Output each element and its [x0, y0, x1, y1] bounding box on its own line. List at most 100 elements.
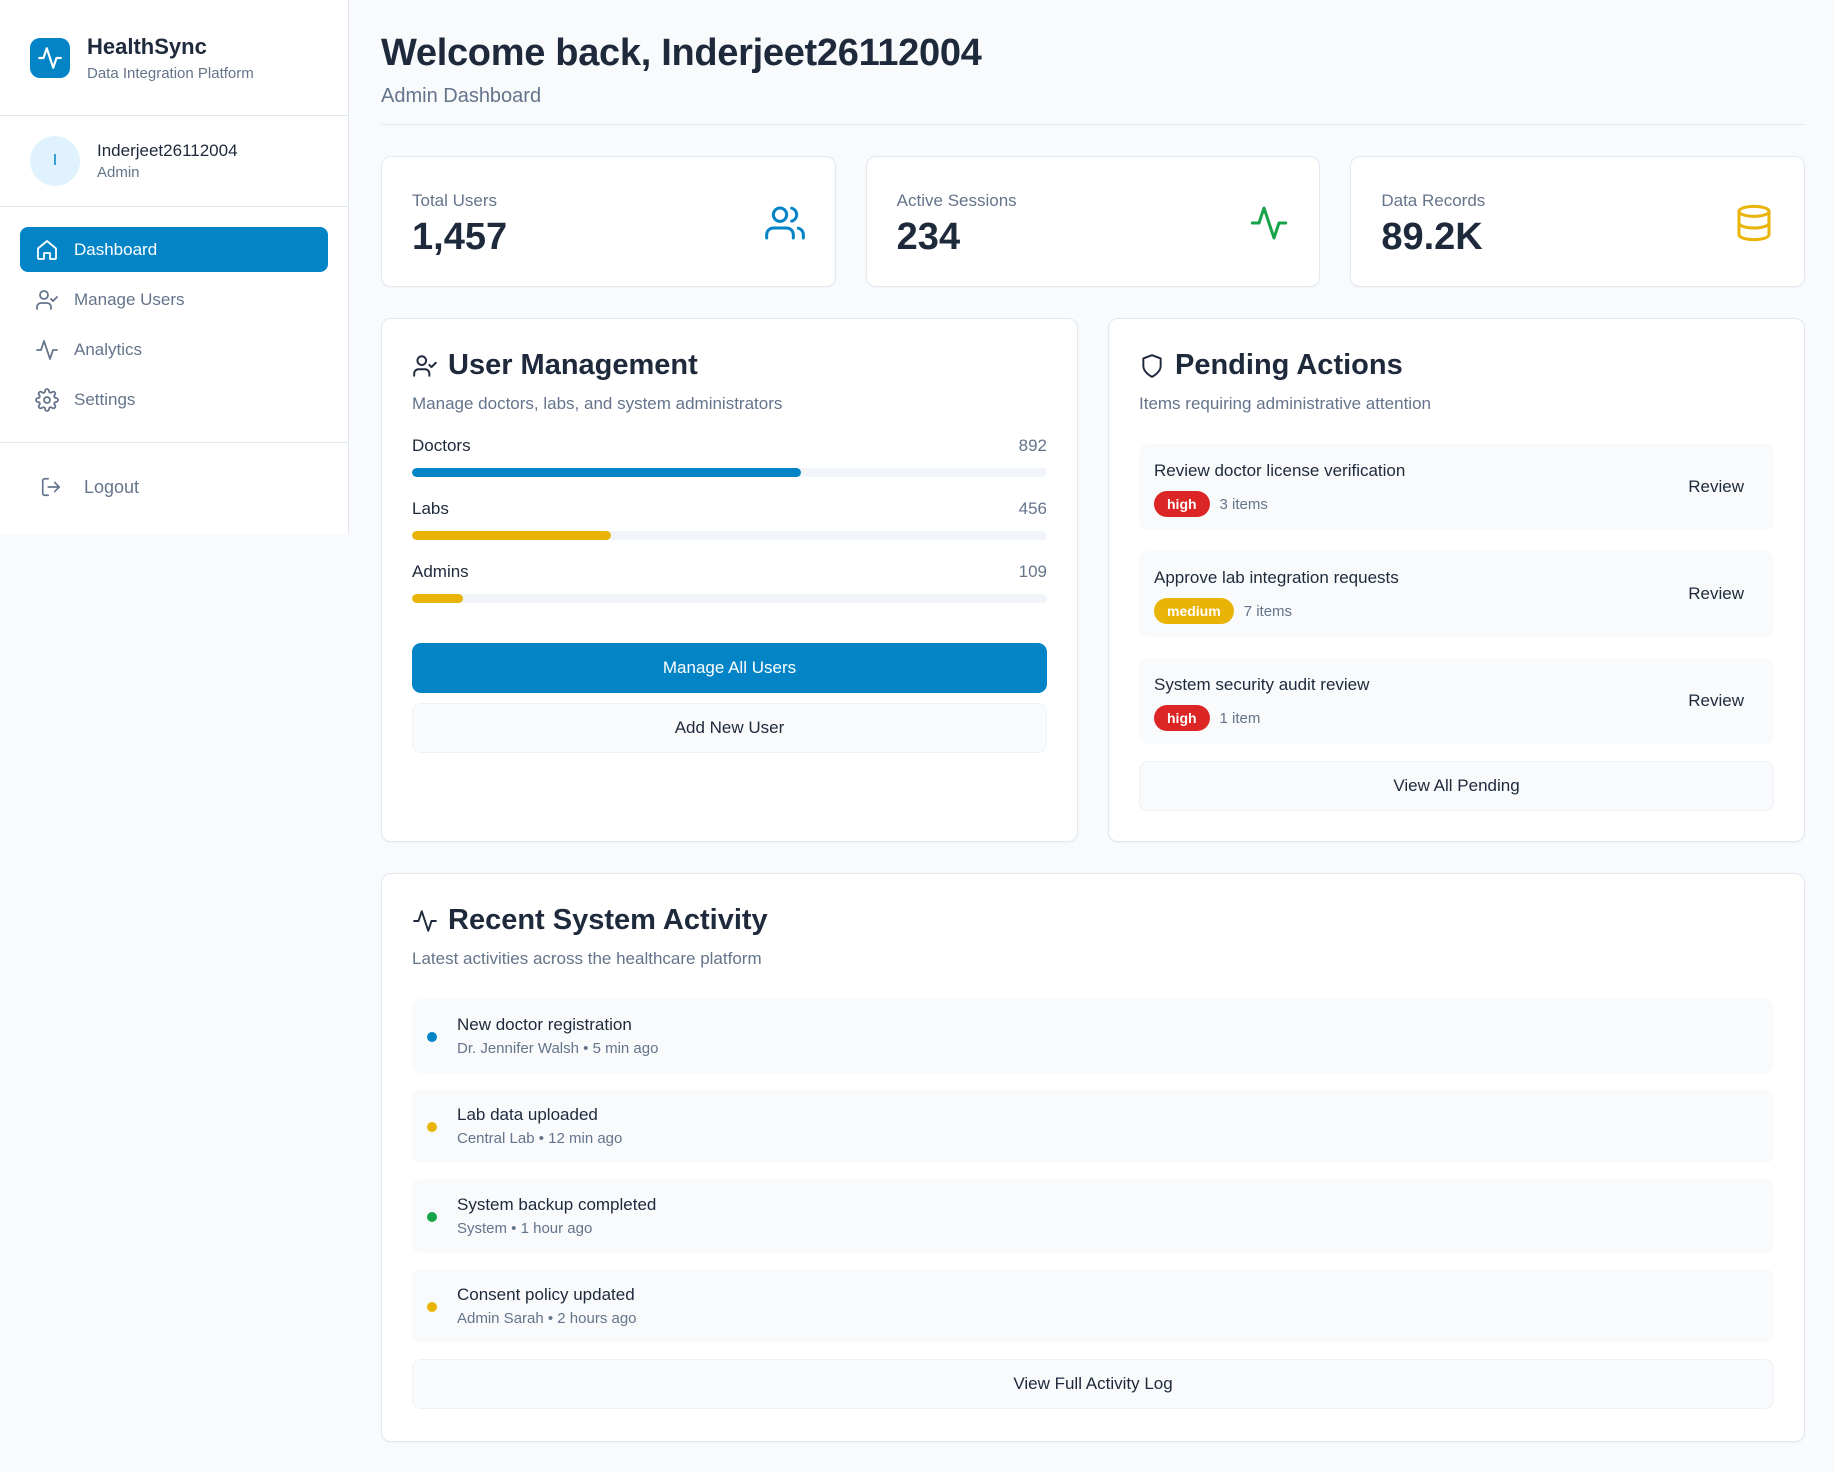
pending-list: Review doctor license verification high … — [1139, 444, 1774, 744]
review-button[interactable]: Review — [1688, 584, 1744, 604]
pending-item: System security audit review high 1 item… — [1139, 658, 1774, 744]
review-button[interactable]: Review — [1688, 477, 1744, 497]
sidebar-item-label: Settings — [74, 389, 136, 409]
activity-list: New doctor registration Dr. Jennifer Wal… — [412, 999, 1774, 1343]
brand-subtitle: Data Integration Platform — [87, 64, 254, 82]
bar-value: 456 — [1018, 499, 1047, 518]
sidebar: HealthSync Data Integration Platform I I… — [0, 0, 349, 534]
card-subtitle: Items requiring administrative attention — [1139, 394, 1431, 413]
activity-title: New doctor registration — [457, 1015, 632, 1034]
activity-icon — [412, 908, 438, 934]
database-icon — [1734, 203, 1774, 243]
activity-title: Lab data uploaded — [457, 1105, 598, 1124]
priority-badge: high — [1154, 705, 1210, 731]
status-dot — [427, 1212, 437, 1222]
pending-count: 7 items — [1243, 602, 1293, 620]
pending-title: System security audit review — [1154, 675, 1370, 694]
profile-role: Admin — [97, 164, 140, 181]
activity-item: System backup completed System • 1 hour … — [412, 1179, 1774, 1253]
activity-item: New doctor registration Dr. Jennifer Wal… — [412, 999, 1774, 1073]
card-subtitle: Manage doctors, labs, and system adminis… — [412, 394, 783, 413]
activity-item: Consent policy updated Admin Sarah • 2 h… — [412, 1269, 1774, 1343]
activity-icon — [30, 37, 70, 78]
pending-item: Review doctor license verification high … — [1139, 444, 1774, 530]
user-breakdown: Doctors 892 Labs 456 Admins 109 — [412, 436, 1047, 603]
user-check-icon — [412, 353, 438, 379]
card-title-text: Recent System Activity — [448, 904, 768, 936]
card-title-text: User Management — [448, 349, 698, 381]
gear-icon — [35, 387, 59, 412]
progress-fill — [412, 594, 464, 603]
progress-fill — [412, 531, 611, 540]
avatar: I — [30, 136, 80, 186]
home-icon — [35, 238, 59, 262]
activity-title: System backup completed — [457, 1195, 657, 1214]
view-full-activity-log-button[interactable]: View Full Activity Log — [412, 1359, 1774, 1409]
page-subtitle: Admin Dashboard — [381, 85, 542, 107]
progress-fill — [412, 468, 801, 477]
add-new-user-button[interactable]: Add New User — [412, 703, 1047, 753]
pending-count: 3 items — [1219, 495, 1268, 513]
review-button[interactable]: Review — [1688, 691, 1744, 711]
sidebar-item-dashboard[interactable]: Dashboard — [20, 227, 328, 272]
user-check-icon — [35, 288, 59, 312]
pending-actions-card: Pending Actions Items requiring administ… — [1108, 318, 1805, 842]
user-profile: I Inderjeet26112004 Admin — [0, 116, 348, 207]
bar-value: 109 — [1018, 562, 1047, 581]
card-title: Pending Actions — [1139, 349, 1774, 382]
users-icon — [764, 203, 805, 243]
activity-item: Lab data uploaded Central Lab • 12 min a… — [412, 1089, 1774, 1163]
brand: HealthSync Data Integration Platform — [0, 0, 348, 116]
manage-all-users-button[interactable]: Manage All Users — [412, 643, 1047, 693]
sidebar-item-settings[interactable]: Settings — [20, 377, 328, 422]
management-row: User Management Manage doctors, labs, an… — [381, 318, 1805, 842]
pending-count: 1 item — [1219, 709, 1261, 727]
progress-track — [412, 594, 1047, 603]
activity-meta: Admin Sarah • 2 hours ago — [457, 1310, 637, 1327]
activity-meta: Central Lab • 12 min ago — [457, 1130, 623, 1147]
card-title-text: Pending Actions — [1175, 349, 1403, 381]
pending-item: Approve lab integration requests medium … — [1139, 551, 1774, 637]
profile-name: Inderjeet26112004 — [97, 141, 238, 160]
brand-name: HealthSync — [87, 33, 207, 59]
logout-button[interactable]: Logout — [40, 476, 139, 498]
sidebar-item-manage-users[interactable]: Manage Users — [20, 277, 328, 322]
main-content: Welcome back, Inderjeet26112004 Admin Da… — [381, 0, 1806, 1442]
sidebar-item-label: Analytics — [74, 339, 143, 359]
status-dot — [427, 1032, 437, 1042]
page-title: Welcome back, Inderjeet26112004 — [381, 32, 982, 74]
card-title: User Management — [412, 349, 1047, 382]
sidebar-item-analytics[interactable]: Analytics — [20, 327, 328, 372]
progress-track — [412, 468, 1047, 477]
pending-title: Review doctor license verification — [1154, 461, 1406, 480]
card-subtitle: Latest activities across the healthcare … — [412, 949, 762, 968]
logout-icon — [40, 476, 62, 498]
user-management-card: User Management Manage doctors, labs, an… — [381, 318, 1078, 842]
activity-icon — [1249, 203, 1289, 243]
priority-badge: high — [1154, 491, 1210, 517]
bar-labs: Labs 456 — [412, 499, 1047, 540]
activity-title: Consent policy updated — [457, 1285, 635, 1304]
activity-icon — [35, 338, 59, 362]
sidebar-nav: Dashboard Manage Users Analytics Setting… — [0, 207, 348, 443]
bar-admins: Admins 109 — [412, 562, 1047, 603]
bar-value: 892 — [1018, 436, 1047, 455]
stats-row: Total Users 1,457 Active Sessions 234 Da… — [381, 156, 1806, 287]
stat-card-active-sessions: Active Sessions 234 — [865, 156, 1321, 287]
stat-card-total-users: Total Users 1,457 — [381, 156, 836, 287]
bar-label: Doctors — [412, 436, 471, 455]
logout-label: Logout — [84, 476, 140, 497]
card-title: Recent System Activity — [412, 904, 1774, 937]
bar-label: Admins — [412, 562, 469, 581]
pending-title: Approve lab integration requests — [1154, 568, 1399, 587]
sidebar-item-label: Dashboard — [74, 239, 158, 259]
page-header: Welcome back, Inderjeet26112004 Admin Da… — [381, 0, 1805, 125]
shield-icon — [1139, 353, 1165, 379]
recent-activity-card: Recent System Activity Latest activities… — [381, 873, 1805, 1442]
activity-meta: System • 1 hour ago — [457, 1220, 593, 1237]
activity-meta: Dr. Jennifer Walsh • 5 min ago — [457, 1040, 659, 1057]
bar-doctors: Doctors 892 — [412, 436, 1047, 477]
sidebar-item-label: Manage Users — [74, 289, 185, 309]
view-all-pending-button[interactable]: View All Pending — [1139, 761, 1774, 811]
status-dot — [427, 1302, 437, 1312]
